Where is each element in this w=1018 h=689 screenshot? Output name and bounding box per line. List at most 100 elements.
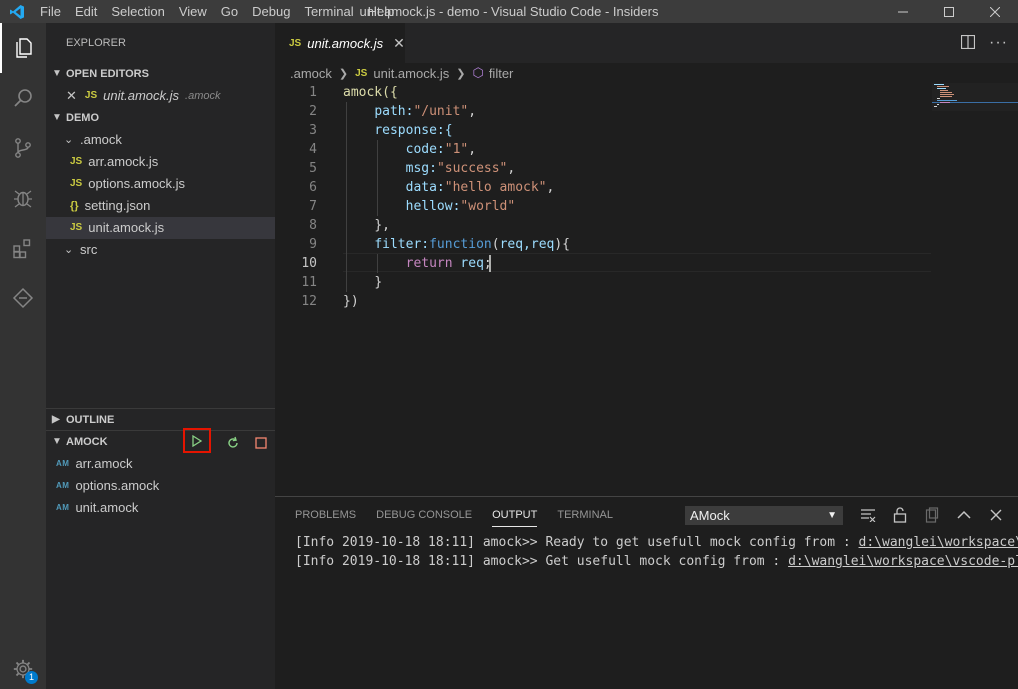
- line-number: 11: [301, 275, 317, 290]
- amock-header[interactable]: ▼ AMOCK: [46, 428, 275, 453]
- code-line: code:"1",: [343, 140, 476, 159]
- menu-go[interactable]: Go: [214, 0, 245, 23]
- menu-view[interactable]: View: [172, 0, 214, 23]
- line-number: 1: [309, 85, 317, 100]
- open-editors-header[interactable]: ▼ OPEN EDITORS: [46, 63, 275, 85]
- code-token: ,: [468, 104, 477, 119]
- code-token: ,: [468, 142, 477, 157]
- output-link[interactable]: d:\wanglei\workspace\vscode-plu: [788, 554, 1018, 569]
- code-token: return: [405, 256, 453, 271]
- chevron-down-icon: ▼: [52, 112, 62, 123]
- code-token: req: [460, 256, 484, 271]
- chevron-right-icon: ❯: [456, 67, 466, 80]
- close-window-icon[interactable]: [972, 0, 1018, 23]
- outline-header[interactable]: ▶ OUTLINE: [46, 409, 275, 431]
- code-token: ,: [507, 161, 516, 176]
- breadcrumb-file[interactable]: unit.amock.js: [373, 66, 449, 81]
- file-name: options.amock.js: [88, 176, 186, 191]
- chevron-right-icon: ▶: [52, 414, 60, 425]
- line-number: 4: [309, 142, 317, 157]
- open-editor-item[interactable]: ✕ JS unit.amock.js .amock: [46, 85, 275, 107]
- folder-name: .amock: [80, 132, 122, 147]
- tab-terminal[interactable]: TERMINAL: [557, 497, 613, 533]
- amock-item[interactable]: AM arr.amock: [46, 453, 275, 475]
- code-line: return req;: [343, 254, 492, 273]
- minimap-preview: [932, 83, 1018, 111]
- run-button[interactable]: [183, 428, 211, 453]
- extensions-icon[interactable]: [0, 223, 46, 273]
- explorer-sidebar: EXPLORER ▼ OPEN EDITORS ✕ JS unit.amock.…: [46, 23, 275, 689]
- tab-unit-amock-js[interactable]: JS unit.amock.js ✕: [275, 23, 405, 63]
- js-file-icon: JS: [355, 67, 368, 79]
- maximize-panel-icon[interactable]: [955, 506, 973, 524]
- code-token: "hello amock": [444, 180, 547, 195]
- close-tab-icon[interactable]: ✕: [393, 35, 405, 52]
- tab-problems[interactable]: PROBLEMS: [295, 497, 356, 533]
- menu-file[interactable]: File: [33, 0, 68, 23]
- menu-selection[interactable]: Selection: [104, 0, 171, 23]
- amock-file-icon: AM: [56, 503, 70, 512]
- search-icon[interactable]: [0, 73, 46, 123]
- menu-help[interactable]: Help: [361, 0, 402, 23]
- refresh-button[interactable]: [225, 435, 241, 451]
- output-line: [Info 2019-10-18 18:11] amock>> Get usef…: [295, 552, 1018, 571]
- breadcrumb: .amock ❯ JS unit.amock.js ❯ ⬡ filter: [275, 63, 1018, 83]
- amock-item-name: arr.amock: [75, 456, 133, 471]
- code-line: amock({: [343, 83, 398, 102]
- folder-amock[interactable]: ⌄ .amock: [46, 129, 275, 151]
- menu-debug[interactable]: Debug: [245, 0, 297, 23]
- folder-name: src: [80, 242, 98, 257]
- amock-extension-icon[interactable]: [0, 273, 46, 323]
- open-log-icon[interactable]: [923, 506, 941, 524]
- code-token: amock({: [343, 85, 398, 100]
- menu-edit[interactable]: Edit: [68, 0, 104, 23]
- demo-header[interactable]: ▼ DEMO: [46, 107, 275, 129]
- chevron-right-icon: ❯: [338, 67, 349, 80]
- lock-scroll-icon[interactable]: [891, 506, 909, 524]
- amock-item[interactable]: AM options.amock: [46, 475, 275, 497]
- code-token: code:: [405, 142, 445, 157]
- code-token: hellow:: [405, 199, 461, 214]
- line-number: 8: [309, 218, 317, 233]
- more-actions-icon[interactable]: ···: [989, 34, 1008, 52]
- breadcrumb-folder[interactable]: .amock: [290, 66, 332, 81]
- amock-item[interactable]: AM unit.amock: [46, 497, 275, 519]
- outline-label: OUTLINE: [66, 414, 115, 426]
- clear-output-icon[interactable]: [859, 506, 877, 524]
- minimap[interactable]: [932, 83, 1018, 496]
- manage-gear-icon[interactable]: 1: [0, 649, 46, 689]
- close-icon[interactable]: ✕: [66, 85, 77, 107]
- text-cursor: [489, 255, 491, 272]
- file-item[interactable]: {} setting.json: [46, 195, 275, 217]
- symbol-method-icon: ⬡: [472, 65, 484, 80]
- breadcrumb-symbol[interactable]: filter: [489, 66, 514, 81]
- file-item-selected[interactable]: JS unit.amock.js: [46, 217, 275, 239]
- source-control-icon[interactable]: [0, 123, 46, 173]
- close-panel-icon[interactable]: [987, 506, 1005, 524]
- editor-actions: ···: [960, 23, 1008, 63]
- json-file-icon: {}: [70, 200, 79, 212]
- line-number: 12: [301, 294, 317, 309]
- explorer-icon[interactable]: [0, 23, 46, 73]
- maximize-icon[interactable]: [926, 0, 972, 23]
- file-item[interactable]: JS arr.amock.js: [46, 151, 275, 173]
- code-editor[interactable]: 1 2 3 4 5 6 7 8 9 10 11 12 amock({ path:…: [275, 83, 1018, 496]
- amock-file-icon: AM: [56, 459, 70, 468]
- file-item[interactable]: JS options.amock.js: [46, 173, 275, 195]
- split-editor-icon[interactable]: [960, 34, 976, 52]
- debug-icon[interactable]: [0, 173, 46, 223]
- line-number: 3: [309, 123, 317, 138]
- menu-terminal[interactable]: Terminal: [297, 0, 360, 23]
- minimize-icon[interactable]: [880, 0, 926, 23]
- tab-output[interactable]: OUTPUT: [492, 497, 538, 533]
- folder-src[interactable]: ⌄ src: [46, 239, 275, 261]
- code-line: hellow:"world": [343, 197, 516, 216]
- chevron-down-icon: ▼: [52, 436, 62, 447]
- output-link[interactable]: d:\wanglei\workspace\v: [859, 535, 1018, 550]
- output-channel-select[interactable]: AMock ▼: [685, 506, 843, 525]
- tab-debug-console[interactable]: DEBUG CONSOLE: [376, 497, 472, 533]
- code-token: req,req: [499, 237, 555, 252]
- window-controls: [880, 0, 1018, 23]
- file-name: arr.amock.js: [88, 154, 159, 169]
- stop-button[interactable]: [253, 435, 269, 451]
